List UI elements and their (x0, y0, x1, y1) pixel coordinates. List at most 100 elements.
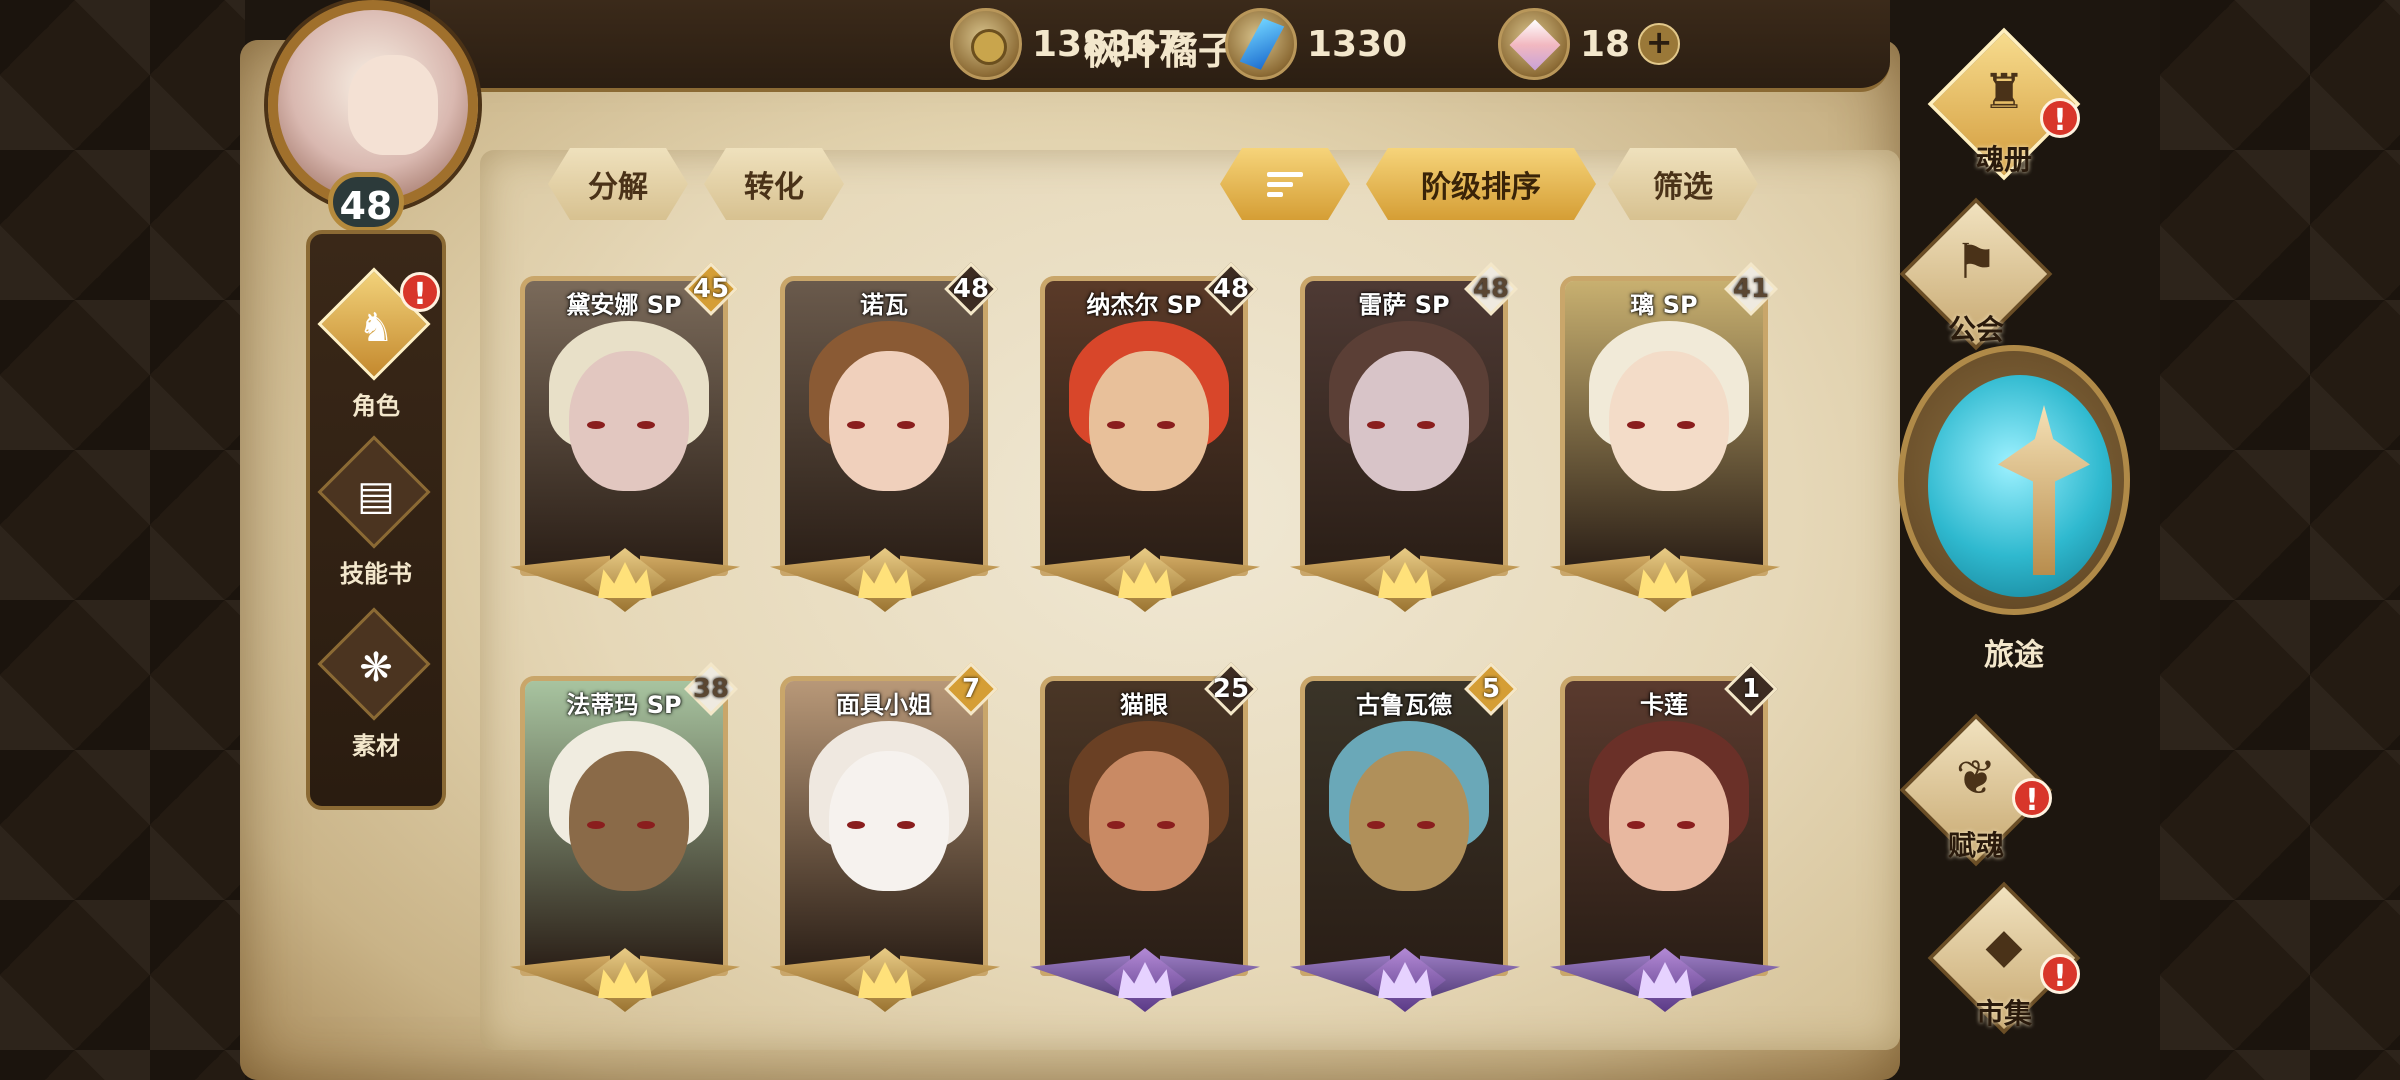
gem-resource: 1330 (1225, 8, 1407, 80)
nav-soul-empower[interactable]: ❦ 赋魂 ! (1876, 713, 2076, 890)
rank-emblem-gold (510, 540, 740, 620)
nav-label-character: 角色 (352, 392, 400, 420)
character-level: 38 (692, 674, 730, 704)
character-level-badge: 5 (1464, 662, 1518, 716)
character-face (569, 751, 689, 891)
filter-button[interactable]: 筛选 (1608, 148, 1758, 220)
nav-soul-book[interactable]: ♜ 魂册 ! (1904, 27, 2104, 204)
character-eye (1107, 821, 1125, 829)
character-eye (1157, 421, 1175, 429)
nav-item-material[interactable]: ❋ 素材 (310, 607, 442, 774)
character-eye (1107, 421, 1125, 429)
rank-emblem-purple (1550, 940, 1780, 1020)
character-eye (1367, 421, 1385, 429)
character-eye (1367, 821, 1385, 829)
blue-gem-icon (1225, 8, 1297, 80)
nav-item-skill-book[interactable]: ▤ 技能书 (310, 435, 442, 602)
character-eye (847, 821, 865, 829)
character-level: 41 (1732, 274, 1770, 304)
card-portrait-frame: 法蒂玛 SP (520, 676, 728, 976)
character-eye (897, 421, 915, 429)
character-face (829, 751, 949, 891)
character-card[interactable]: 面具小姐 7 (770, 662, 1000, 1022)
market-icon: ◆ (1985, 918, 2023, 974)
rank-emblem-gold (1550, 540, 1780, 620)
guild-icon: ⚑ (1954, 234, 1998, 290)
character-level-badge: 38 (684, 662, 738, 716)
left-border-pattern (0, 0, 245, 1080)
convert-button[interactable]: 转化 (704, 148, 844, 220)
character-eye (637, 421, 655, 429)
character-card[interactable]: 古鲁瓦德 5 (1290, 662, 1520, 1022)
player-avatar[interactable]: 48 (238, 0, 518, 232)
left-category-nav: ♞ 角色 ! ▤ 技能书 ❋ 素材 (306, 230, 446, 810)
journey-core (1928, 375, 2112, 597)
gold-resource: 138367 (950, 8, 1182, 80)
character-eye (1677, 821, 1695, 829)
nav-label-soul-empower: 赋魂 (1947, 829, 2004, 862)
character-face (1089, 351, 1209, 491)
soul-crystal-icon (1498, 8, 1570, 80)
alert-icon: ! (2040, 98, 2080, 138)
nav-market[interactable]: ◆ 市集 ! (1904, 881, 2104, 1058)
character-eye (1627, 821, 1645, 829)
character-level: 48 (1472, 274, 1510, 304)
character-eye (1627, 421, 1645, 429)
rank-emblem-gold (1290, 540, 1520, 620)
character-level-badge: 1 (1724, 662, 1778, 716)
character-card[interactable]: 猫眼 25 (1030, 662, 1260, 1022)
character-face (569, 351, 689, 491)
character-portrait (525, 681, 723, 971)
sort-by-rank-button[interactable]: 阶级排序 (1366, 148, 1596, 220)
character-face (1609, 351, 1729, 491)
character-portrait (1305, 281, 1503, 571)
journey-ring (1898, 345, 2130, 615)
character-card[interactable]: 纳杰尔 SP 48 (1030, 262, 1260, 622)
card-portrait-frame: 黛安娜 SP (520, 276, 728, 576)
character-eye (1157, 821, 1175, 829)
card-portrait-frame: 面具小姐 (780, 676, 988, 976)
nav-label-material: 素材 (352, 732, 400, 760)
rank-emblem-purple (1290, 940, 1520, 1020)
character-card[interactable]: 诺瓦 48 (770, 262, 1000, 622)
card-portrait-frame: 古鲁瓦德 (1300, 676, 1508, 976)
alert-icon: ! (2040, 954, 2080, 994)
rank-emblem-purple (1030, 940, 1260, 1020)
rank-emblem-gold (770, 540, 1000, 620)
character-level-badge: 48 (944, 262, 998, 316)
character-card[interactable]: 法蒂玛 SP 38 (510, 662, 740, 1022)
character-face (1089, 751, 1209, 891)
character-level: 1 (1741, 674, 1761, 704)
character-card[interactable]: 雷萨 SP 48 (1290, 262, 1520, 622)
character-eye (1417, 821, 1435, 829)
sort-order-button[interactable] (1220, 148, 1350, 220)
character-portrait (1565, 281, 1763, 571)
character-portrait (525, 281, 723, 571)
nav-item-character[interactable]: ♞ 角色 ! (310, 267, 442, 434)
character-portrait (1565, 681, 1763, 971)
nav-label-skill-book: 技能书 (340, 560, 412, 588)
card-portrait-frame: 璃 SP (1560, 276, 1768, 576)
avatar-face (348, 55, 438, 155)
character-card[interactable]: 璃 SP 41 (1550, 262, 1780, 622)
right-border-pattern (2160, 0, 2400, 1080)
rank-emblem-gold (510, 940, 740, 1020)
character-portrait (1045, 281, 1243, 571)
card-portrait-frame: 猫眼 (1040, 676, 1248, 976)
nav-label-journey: 旅途 (1984, 638, 2044, 673)
character-level: 45 (692, 274, 730, 304)
character-portrait (1045, 681, 1243, 971)
crystal-resource[interactable]: 18 + (1498, 8, 1681, 80)
character-level-badge: 41 (1724, 262, 1778, 316)
character-level: 25 (1212, 674, 1250, 704)
character-card[interactable]: 黛安娜 SP 45 (510, 262, 740, 622)
top-resource-bar: 枫叶橘子 138367 1330 18 + (430, 0, 1890, 92)
nav-journey[interactable]: 旅途 (1898, 345, 2130, 675)
character-level-badge: 45 (684, 262, 738, 316)
journey-icon (1998, 405, 2090, 575)
character-card[interactable]: 卡莲 1 (1550, 662, 1780, 1022)
character-face (1349, 351, 1469, 491)
decompose-button[interactable]: 分解 (548, 148, 688, 220)
skill-book-icon: ▤ (357, 473, 395, 519)
add-crystal-button[interactable]: + (1638, 23, 1681, 65)
